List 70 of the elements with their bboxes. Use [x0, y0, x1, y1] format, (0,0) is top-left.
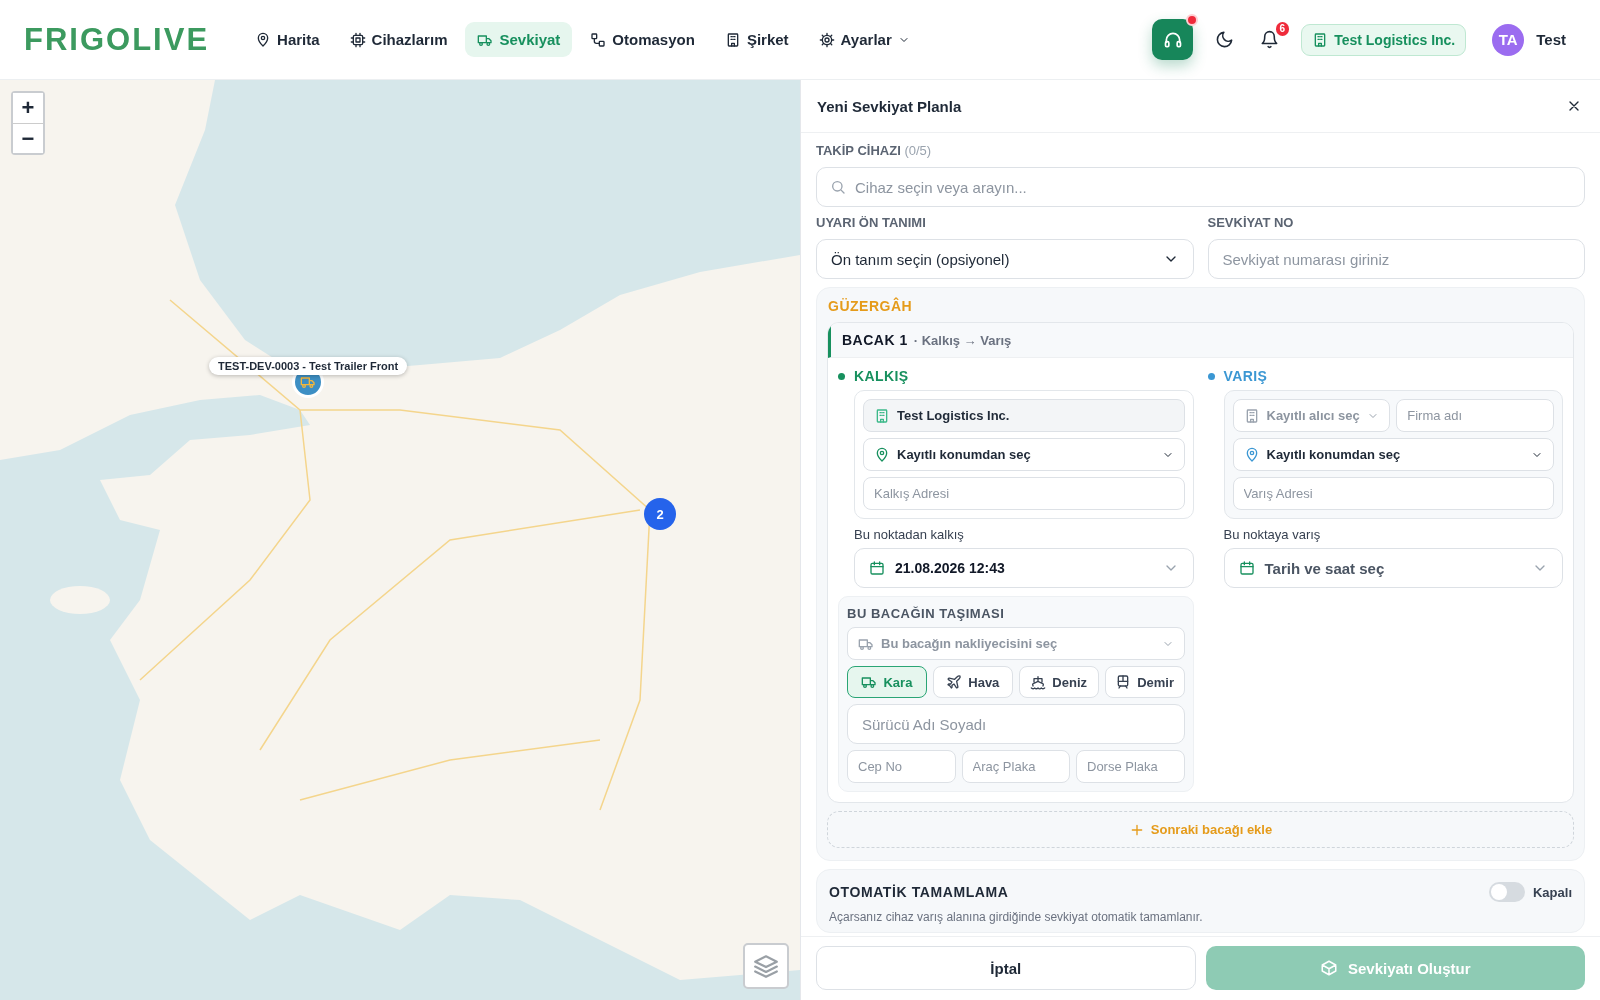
- chip-icon: [349, 31, 366, 48]
- company-button[interactable]: Test Logistics Inc.: [1301, 23, 1467, 56]
- nav-tab[interactable]: Harita: [243, 22, 332, 57]
- calendar-icon: [1238, 560, 1255, 576]
- section-title: VARIŞ: [1223, 368, 1268, 384]
- company-name-field[interactable]: Firma adı: [1396, 399, 1554, 432]
- nav-tab[interactable]: Sevkiyat: [465, 22, 573, 57]
- zoom-out-button[interactable]: −: [13, 123, 43, 153]
- location-select[interactable]: Kayıtlı konumdan seç: [863, 438, 1185, 471]
- nav-tab[interactable]: Cihazlarım: [337, 22, 460, 57]
- panel-title: Yeni Sevkiyat Planla: [817, 97, 962, 115]
- field-label: Bu noktadan kalkış: [854, 527, 965, 542]
- field-label: UYARI ÖN TANIMI: [816, 215, 927, 230]
- date-time-select[interactable]: 21.08.2026 12:43: [854, 548, 1194, 588]
- nav-tab[interactable]: Şirket: [712, 22, 801, 57]
- plane-icon: [946, 674, 963, 690]
- shipment-number-field[interactable]: Sevkiyat numarası giriniz: [1207, 239, 1585, 279]
- logo: FRIGOLIVE: [24, 21, 210, 58]
- description-text: Açarsanız cihaz varış alanına girdiğinde sevkiyat otomatik tamamlanır.: [829, 910, 1204, 924]
- status-dot: [1207, 372, 1215, 380]
- device-search-field[interactable]: Cihaz seçin veya arayın...: [816, 167, 1585, 207]
- address-field[interactable]: Varış Adresi: [1232, 477, 1554, 510]
- support-button[interactable]: [1152, 19, 1194, 60]
- leg-subtitle: · Kalkış → Varış: [913, 333, 1012, 348]
- transport-mode-button[interactable]: Demir: [1104, 666, 1185, 698]
- settings-icon: [818, 31, 835, 48]
- trailer-plate-field[interactable]: Dorse Plaka: [1076, 750, 1185, 783]
- nav-tab[interactable]: Ayarlar: [806, 22, 922, 57]
- marker-tooltip: TEST-DEV-0003 - Test Trailer Front: [209, 357, 408, 375]
- notification-dot: [1186, 14, 1199, 26]
- package-icon: [1319, 959, 1338, 977]
- device-count: (0/5): [904, 143, 932, 158]
- calendar-icon: [869, 560, 885, 576]
- truck-icon: [861, 674, 878, 690]
- section-title: BU BACAĞIN TAŞIMASI: [847, 606, 1006, 621]
- building-icon: [874, 407, 890, 424]
- cancel-button[interactable]: İptal: [816, 946, 1196, 990]
- driver-name-field[interactable]: Sürücü Adı Soyadı: [847, 704, 1185, 744]
- ship-icon: [1030, 674, 1047, 690]
- nav-tab[interactable]: Otomasyon: [578, 22, 707, 57]
- transport-mode-button[interactable]: Hava: [932, 666, 1013, 698]
- phone-field[interactable]: Cep No: [847, 750, 956, 783]
- address-field[interactable]: Kalkış Adresi: [863, 477, 1185, 510]
- truck-icon: [300, 374, 316, 390]
- user-avatar[interactable]: TA: [1492, 23, 1525, 56]
- toggle-label: Kapalı: [1533, 884, 1572, 900]
- field-label: Bu noktaya varış: [1223, 527, 1322, 542]
- transport-mode-button[interactable]: Deniz: [1018, 666, 1099, 698]
- plate-field[interactable]: Araç Plaka: [961, 750, 1070, 783]
- preset-select[interactable]: Ön tanım seçin (opsiyonel): [816, 239, 1194, 279]
- moon-icon: [1215, 30, 1235, 49]
- user-name[interactable]: Test: [1536, 31, 1566, 48]
- field-label: SEVKİYAT NO: [1207, 215, 1295, 230]
- flow-icon: [590, 31, 607, 48]
- section-title: KALKIŞ: [854, 368, 909, 384]
- layers-button[interactable]: [743, 943, 789, 989]
- leg-title: BACAK 1: [842, 332, 908, 348]
- notification-count: 6: [1275, 22, 1290, 36]
- layers-icon: [753, 953, 779, 979]
- status-dot: [838, 372, 845, 380]
- transport-mode-button[interactable]: Kara: [847, 666, 927, 698]
- section-title: GÜZERGÂH: [827, 298, 914, 314]
- company-field[interactable]: Test Logistics Inc.: [863, 399, 1185, 432]
- field-label: TAKİP CİHAZI: [816, 143, 901, 158]
- pin-icon: [874, 446, 890, 463]
- notification-icon: [1260, 30, 1280, 49]
- section-title: OTOMATİK TAMAMLAMA: [829, 884, 1009, 900]
- location-select[interactable]: Kayıtlı konumdan seç: [1232, 438, 1554, 471]
- date-time-select[interactable]: Tarih ve saat seç: [1223, 548, 1563, 588]
- toggle-switch[interactable]: [1489, 882, 1525, 902]
